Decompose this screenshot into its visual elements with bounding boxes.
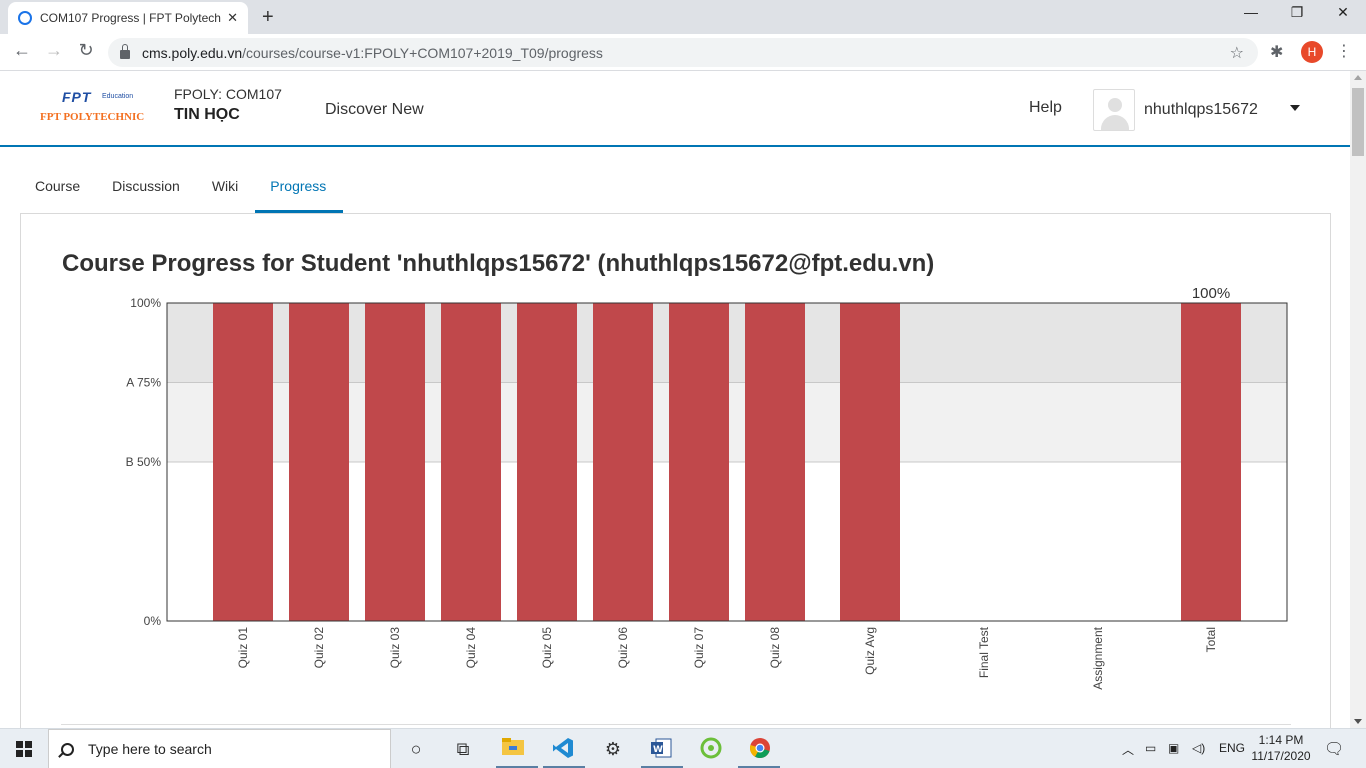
bar-quiz-04 xyxy=(441,303,501,621)
bar-quiz-08 xyxy=(745,303,805,621)
browser-tab[interactable]: COM107 Progress | FPT Polytechnic ✕ xyxy=(8,2,248,34)
course-org: FPOLY: COM107 xyxy=(174,86,282,102)
x-tick-label: Quiz 05 xyxy=(540,627,554,669)
x-tick-label: Quiz 01 xyxy=(236,627,250,669)
taskbar-clock[interactable]: 1:14 PM 11/17/2020 xyxy=(1248,732,1314,764)
taskbar-search[interactable]: Type here to search xyxy=(48,729,391,768)
clock-time: 1:14 PM xyxy=(1258,733,1304,747)
fpt-polytechnic-logo[interactable]: FPT Education FPT POLYTECHNIC xyxy=(40,87,154,127)
svg-text:W: W xyxy=(653,745,663,755)
progress-content: Course Progress for Student 'nhuthlqps15… xyxy=(20,213,1331,743)
x-tick-label: Quiz 03 xyxy=(388,627,402,669)
site-header: FPT Education FPT POLYTECHNIC FPOLY: COM… xyxy=(0,71,1350,147)
tab-wiki[interactable]: Wiki xyxy=(197,162,255,213)
window-close-button[interactable]: ✕ xyxy=(1320,4,1366,21)
browser-menu-icon[interactable]: ⋮ xyxy=(1336,41,1352,61)
x-tick-label: Assignment xyxy=(1091,626,1105,689)
bookmark-star-icon[interactable]: ☆ xyxy=(1230,43,1244,63)
content-divider xyxy=(61,724,1291,725)
x-tick-label: Quiz 06 xyxy=(616,627,630,669)
x-tick-label: Total xyxy=(1204,627,1218,652)
volume-icon[interactable]: ◁) xyxy=(1192,741,1205,755)
bar-quiz-05 xyxy=(517,303,577,621)
network-icon[interactable]: ▭ xyxy=(1145,741,1156,755)
y-tick-label: A 75% xyxy=(126,376,161,390)
tab-discussion[interactable]: Discussion xyxy=(97,162,197,213)
bar-quiz-03 xyxy=(365,303,425,621)
browser-tabstrip: COM107 Progress | FPT Polytechnic ✕ + — … xyxy=(0,0,1366,34)
scroll-up-arrow-icon[interactable] xyxy=(1354,75,1362,80)
vscode-icon[interactable] xyxy=(550,737,576,761)
bar-quiz-01 xyxy=(213,303,273,621)
help-link[interactable]: Help xyxy=(1029,99,1062,117)
notifications-icon[interactable]: 🗨 xyxy=(1324,739,1344,759)
minimize-button[interactable]: — xyxy=(1228,4,1274,20)
discover-new-link[interactable]: Discover New xyxy=(325,101,424,119)
x-tick-label: Quiz Avg xyxy=(863,627,877,675)
bar-quiz-02 xyxy=(289,303,349,621)
x-tick-label: Quiz 08 xyxy=(768,627,782,669)
progress-chart: 100% A 75% B 50% 0% Quiz 01 Quiz 02 Quiz 03 Qu… xyxy=(126,285,1288,690)
reload-icon[interactable]: ↻ xyxy=(74,40,98,61)
scroll-thumb[interactable] xyxy=(1352,88,1364,156)
settings-gear-icon[interactable]: ⚙ xyxy=(600,737,626,761)
tab-close-icon[interactable]: ✕ xyxy=(227,10,238,26)
browser-toolbar: ← → ↻ cms.poly.edu.vn /courses/course-v1… xyxy=(0,34,1366,71)
x-tick-label: Final Test xyxy=(977,626,991,678)
tab-progress[interactable]: Progress xyxy=(255,162,344,213)
scroll-down-arrow-icon[interactable] xyxy=(1354,719,1362,724)
coccoc-browser-icon[interactable] xyxy=(698,737,724,761)
y-tick-label: B 50% xyxy=(126,455,162,469)
lock-icon xyxy=(120,44,130,59)
user-menu[interactable]: nhuthlqps15672 xyxy=(1093,88,1258,132)
windows-start-icon[interactable] xyxy=(16,741,32,757)
tab-course[interactable]: Course xyxy=(20,162,97,213)
logo-education-text: Education xyxy=(102,93,134,100)
address-bar[interactable]: cms.poly.edu.vn /courses/course-v1:FPOLY… xyxy=(108,38,1258,67)
bar-quiz-avg xyxy=(840,303,900,621)
word-icon[interactable]: W xyxy=(648,737,674,761)
extensions-puzzle-icon[interactable]: ✱ xyxy=(1270,42,1283,62)
new-tab-button[interactable]: + xyxy=(262,6,274,29)
logo-fpt-text: FPT xyxy=(62,89,92,105)
site-favicon-icon xyxy=(18,11,32,25)
restore-button[interactable]: ❐ xyxy=(1274,4,1320,21)
bar-quiz-06 xyxy=(593,303,653,621)
x-tick-label: Quiz 04 xyxy=(464,627,478,669)
bar-quiz-07 xyxy=(669,303,729,621)
user-menu-caret-icon[interactable] xyxy=(1290,105,1300,111)
x-tick-label: Quiz 07 xyxy=(692,627,706,669)
url-path: /courses/course-v1:FPOLY+COM107+2019_T09… xyxy=(242,44,603,61)
course-tabs: Course Discussion Wiki Progress xyxy=(20,162,344,214)
tray-chevron-icon[interactable]: ︿ xyxy=(1122,741,1134,758)
cortana-icon[interactable]: ○ xyxy=(403,737,429,761)
course-name: TIN HỌC xyxy=(174,106,240,123)
windows-taskbar: Type here to search ○ ⧉ ⚙ W ︿ ▭ ▣ ◁) ENG… xyxy=(0,728,1366,768)
language-indicator[interactable]: ENG xyxy=(1219,741,1245,755)
wifi-icon[interactable]: ▣ xyxy=(1168,741,1179,755)
search-icon xyxy=(61,742,74,756)
y-tick-label: 0% xyxy=(144,614,162,628)
chrome-icon[interactable] xyxy=(747,737,773,761)
x-tick-label: Quiz 02 xyxy=(312,627,326,669)
search-placeholder: Type here to search xyxy=(88,741,212,757)
total-value-label: 100% xyxy=(1192,285,1230,302)
tab-title: COM107 Progress | FPT Polytechnic xyxy=(40,11,222,25)
y-tick-label: 100% xyxy=(130,296,161,310)
task-view-icon[interactable]: ⧉ xyxy=(450,737,476,761)
page-scrollbar[interactable] xyxy=(1350,71,1366,728)
file-explorer-icon[interactable] xyxy=(500,737,526,761)
bar-total xyxy=(1181,303,1241,621)
clock-date: 11/17/2020 xyxy=(1251,749,1311,763)
profile-avatar[interactable]: H xyxy=(1301,41,1323,63)
back-arrow-icon[interactable]: ← xyxy=(10,40,34,61)
logo-polytechnic-text: FPT POLYTECHNIC xyxy=(40,111,145,123)
username: nhuthlqps15672 xyxy=(1144,101,1258,118)
url-host: cms.poly.edu.vn xyxy=(142,44,243,61)
user-avatar xyxy=(1093,89,1135,131)
forward-arrow-icon[interactable]: → xyxy=(42,40,66,61)
